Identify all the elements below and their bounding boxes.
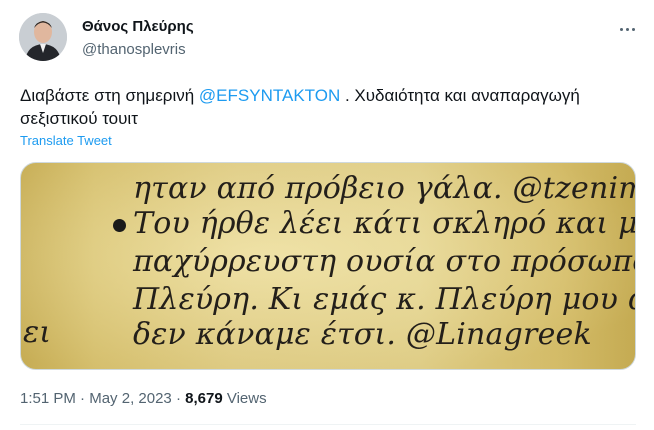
meta-separator: · (75, 390, 90, 407)
tweet-text-before: Διαβάστε στη σημερινή (20, 86, 199, 105)
author-avatar[interactable] (19, 13, 67, 61)
meta-separator: · (171, 390, 186, 407)
clip-line-5: δεν κάναμε έτσι. @Linagreek (133, 317, 592, 352)
clip-line-fragment: ει (23, 315, 52, 350)
clip-line-4: Πλεύρη. Κι εμάς κ. Πλεύρη μου αλλά (133, 282, 635, 317)
tweet-time[interactable]: 1:51 PM (20, 390, 76, 407)
views-count: 8,679 (185, 390, 223, 407)
more-horizontal-icon[interactable] (612, 14, 642, 44)
clip-line-1: ηταν από πρόβειο γάλα. @tzenimpotsi_ (133, 171, 635, 206)
translate-tweet-link[interactable]: Translate Tweet (20, 133, 112, 148)
clip-line-2: Του ήρθε λέει κάτι σκληρό και μια (133, 206, 636, 241)
tweet-media-image[interactable]: ηταν από πρόβειο γάλα. @tzenimpotsi_ Του… (20, 162, 636, 370)
bullet-dot (113, 219, 126, 232)
tweet-date[interactable]: May 2, 2023 (89, 390, 172, 407)
tweet-metadata: 1:51 PM · May 2, 2023 · 8,679 Views (20, 390, 267, 407)
author-handle[interactable]: @thanosplevris (82, 41, 186, 58)
clip-line-3: παχύρρευστη ουσία στο πρόσωπο του (133, 244, 635, 279)
views-label: Views (222, 390, 267, 407)
author-name[interactable]: Θάνος Πλεύρης (82, 18, 194, 35)
mention-link[interactable]: @EFSYNTAKTON (199, 86, 340, 105)
divider (20, 424, 636, 425)
tweet-text: Διαβάστε στη σημερινή @EFSYNTAKTON . Χυδ… (20, 84, 644, 130)
